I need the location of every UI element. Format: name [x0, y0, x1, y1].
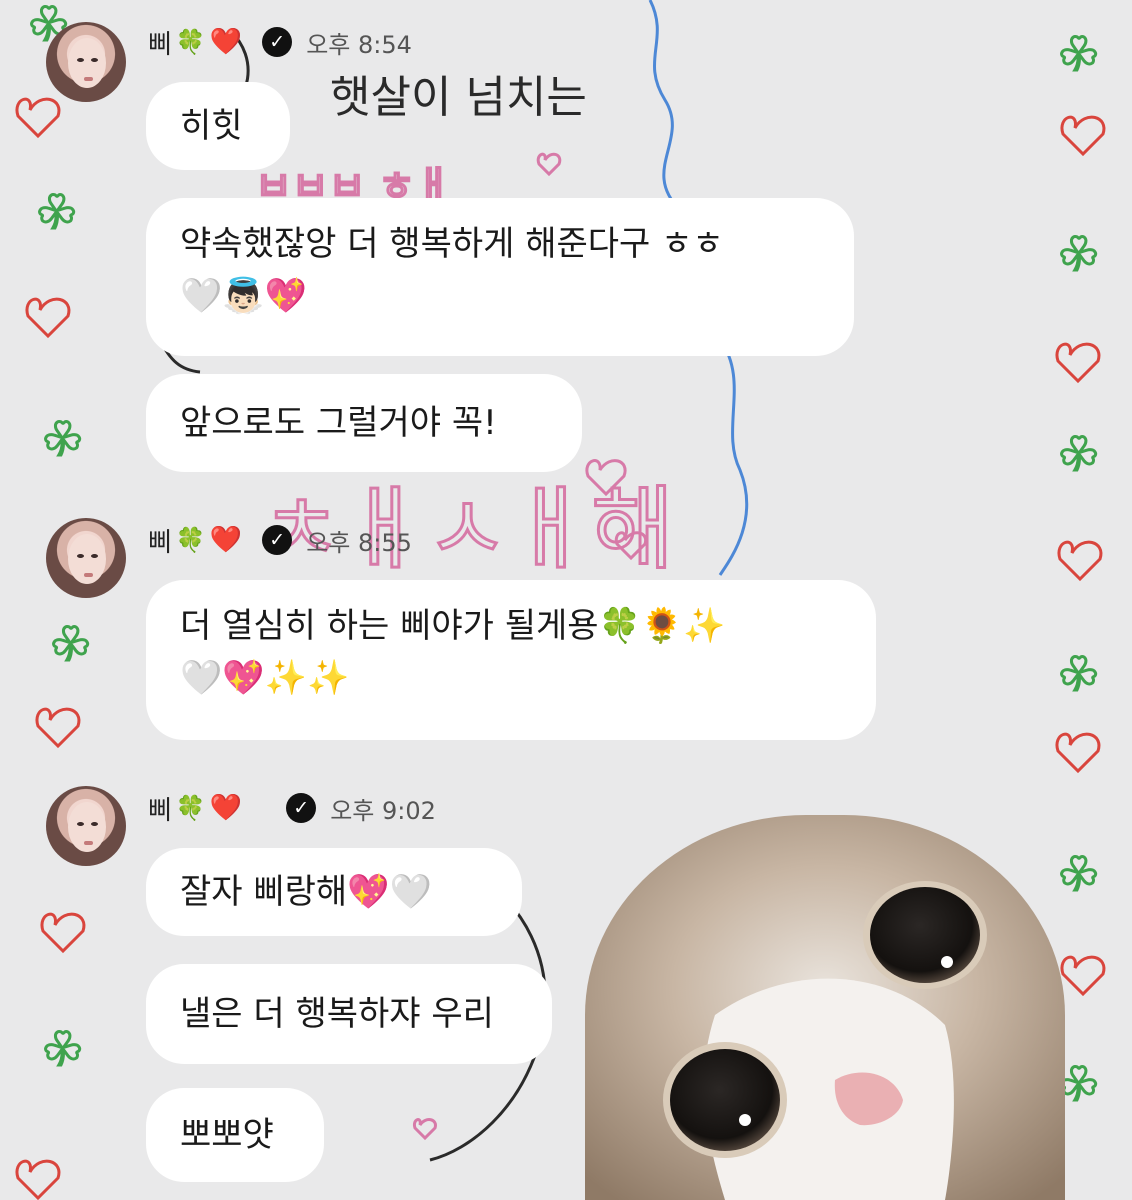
message-time: 오후 8:55	[306, 528, 412, 557]
clover-icon: 🍀	[175, 794, 206, 822]
svg-text:☘: ☘	[36, 185, 77, 239]
clover-icon: 🍀	[175, 28, 206, 56]
message-bubble[interactable]: 낼은 더 행복하쟈 우리	[146, 964, 552, 1064]
message-time: 오후 8:54	[306, 30, 412, 59]
wallpaper-pink-heart	[536, 152, 562, 177]
message-text: 히힛	[180, 106, 243, 146]
svg-text:☘: ☘	[1058, 427, 1099, 481]
red-heart-icon: ❤️	[209, 525, 243, 555]
message-text: 앞으로도 그럴거야 꼭!	[180, 403, 497, 443]
svg-text:☘: ☘	[1058, 647, 1099, 701]
wallpaper-handwriting: 햇살이 넘치는	[330, 72, 587, 123]
message-bubble[interactable]: 앞으로도 그럴거야 꼭!	[146, 374, 582, 472]
svg-text:☘: ☘	[50, 617, 91, 671]
sender-name: 삐	[148, 29, 172, 60]
sender-name: 삐	[148, 795, 172, 826]
clover-icon: 🍀	[175, 526, 206, 554]
avatar[interactable]	[46, 22, 126, 102]
message-text: 뽀뽀얏	[180, 1115, 274, 1155]
sender-header: 삐 🍀 ❤️ ✓ 오후 8:55	[148, 520, 412, 560]
message-text: 낼은 더 행복하쟈 우리	[180, 994, 494, 1034]
svg-text:☘: ☘	[1058, 847, 1099, 901]
message-bubble[interactable]: 잘자 삐랑해💖🤍	[146, 848, 522, 936]
sender-header: 삐 🍀 ❤️ ✓ 오후 9:02	[148, 788, 436, 828]
cat-photo[interactable]	[585, 815, 1065, 1200]
message-emoji-line: 🤍👼🏻💖	[180, 276, 308, 316]
verified-badge-icon: ✓	[286, 793, 317, 823]
message-bubble[interactable]: 히힛	[146, 82, 290, 170]
avatar[interactable]	[46, 518, 126, 598]
svg-text:☘: ☘	[42, 1022, 83, 1076]
avatar[interactable]	[46, 786, 126, 866]
wallpaper-pink-heart	[412, 1118, 437, 1141]
message-bubble[interactable]: 더 열심히 하는 삐야가 될게용🍀🌻✨ 🤍💖✨✨	[146, 580, 876, 740]
red-heart-icon: ❤️	[209, 27, 243, 57]
verified-badge-icon: ✓	[262, 525, 293, 555]
svg-text:☘: ☘	[42, 412, 83, 466]
svg-text:☘: ☘	[1058, 227, 1099, 281]
message-emoji-line: 🤍💖✨✨	[180, 658, 350, 698]
red-heart-icon: ❤️	[209, 793, 243, 823]
message-bubble[interactable]: 뽀뽀얏	[146, 1088, 324, 1182]
message-text: 더 열심히 하는 삐야가 될게용🍀🌻✨	[180, 606, 726, 646]
sender-name: 삐	[148, 527, 172, 558]
svg-text:☘: ☘	[1058, 27, 1099, 81]
sender-header: 삐 🍀 ❤️ ✓ 오후 8:54	[148, 22, 412, 62]
verified-badge-icon: ✓	[262, 27, 293, 57]
message-bubble[interactable]: 약속했잖앙 더 행복하게 해준다구 ㅎㅎ 🤍👼🏻💖	[146, 198, 854, 356]
message-time: 오후 9:02	[330, 796, 436, 825]
message-text: 약속했잖앙 더 행복하게 해준다구 ㅎㅎ	[180, 224, 724, 264]
message-text: 잘자 삐랑해💖🤍	[180, 872, 432, 912]
